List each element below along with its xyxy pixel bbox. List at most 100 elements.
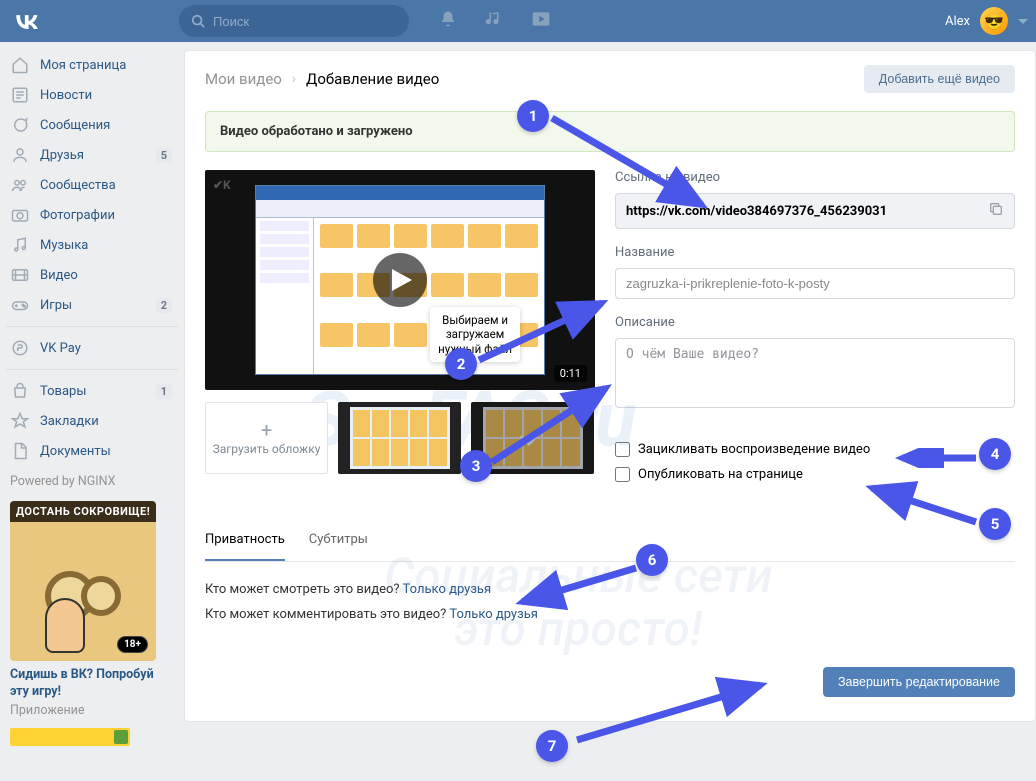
play-icon <box>392 269 412 291</box>
loop-checkbox[interactable] <box>615 442 630 457</box>
privacy-settings: Кто может смотреть это видео? Только дру… <box>185 562 1035 647</box>
home-icon <box>10 55 30 75</box>
publish-checkbox[interactable] <box>615 467 630 482</box>
feed-icon <box>10 85 30 105</box>
groups-icon <box>10 175 30 195</box>
annotation-marker-7: 7 <box>536 730 568 762</box>
chevron-right-icon: › <box>292 71 296 87</box>
vk-icon <box>14 14 40 29</box>
video-link-value: https://vk.com/video384697376_456239031 <box>626 204 887 219</box>
sidebar: Моя страница Новости Сообщения Друзья5 С… <box>0 50 178 746</box>
search-icon <box>191 14 205 28</box>
powered-text: Powered by NGINX <box>6 466 178 501</box>
search-box[interactable] <box>179 5 409 37</box>
sidebar-item-games[interactable]: Игры 2 <box>6 290 178 320</box>
promo-block[interactable]: ДОСТАНЬ СОКРОВИЩЕ! 18+ Сидишь в ВК? Попр… <box>10 501 156 746</box>
upload-cover-button[interactable]: + Загрузить обложку <box>205 402 328 474</box>
gamepad-icon <box>10 295 30 315</box>
annotation-marker-4: 4 <box>979 438 1011 470</box>
breadcrumb-current: Добавление видео <box>306 70 439 88</box>
play-button[interactable] <box>373 253 427 307</box>
search-input[interactable] <box>213 14 397 29</box>
breadcrumb: Мои видео › Добавление видео <box>205 70 439 88</box>
avatar-icon: 😎 <box>980 7 1008 35</box>
tab-privacy[interactable]: Приватность <box>205 520 285 561</box>
breadcrumb-parent[interactable]: Мои видео <box>205 70 282 88</box>
notifications-icon[interactable] <box>439 10 457 32</box>
privacy-view-question: Кто может смотреть это видео? <box>205 582 400 597</box>
sidebar-item-video[interactable]: Видео <box>6 260 178 290</box>
sidebar-item-docs[interactable]: Документы <box>6 436 178 466</box>
music-icon[interactable] <box>485 10 503 32</box>
nav-label: Сообщения <box>40 118 110 133</box>
annotation-marker-5: 5 <box>979 508 1011 540</box>
privacy-view-link[interactable]: Только друзья <box>403 582 492 597</box>
thumbnail-1[interactable] <box>338 402 461 474</box>
nav-label: Закладки <box>40 414 99 429</box>
upload-cover-label: Загрузить обложку <box>213 442 321 456</box>
annotation-marker-6: 6 <box>636 544 668 576</box>
plus-icon: + <box>261 420 272 440</box>
nav-label: Музыка <box>40 238 88 253</box>
sidebar-item-bookmarks[interactable]: Закладки <box>6 406 178 436</box>
promo-image: ДОСТАНЬ СОКРОВИЩЕ! 18+ <box>10 501 156 661</box>
header: Alex 😎 <box>0 0 1036 42</box>
video-nav-icon[interactable] <box>531 10 551 32</box>
publish-label: Опубликовать на странице <box>638 467 803 482</box>
sidebar-item-vkpay[interactable]: VK Pay <box>6 333 178 363</box>
sidebar-item-market[interactable]: Товары 1 <box>6 376 178 406</box>
badge: 2 <box>156 298 172 313</box>
desc-label: Описание <box>615 315 1015 330</box>
nav-label: VK Pay <box>40 341 81 356</box>
sidebar-item-photos[interactable]: Фотографии <box>6 200 178 230</box>
tab-subtitles[interactable]: Субтитры <box>309 520 368 561</box>
nav-label: Фотографии <box>40 208 115 223</box>
video-preview[interactable]: ✔K Выбираем изагружаемнужный файл 0:11 <box>205 170 595 390</box>
video-icon <box>10 265 30 285</box>
sidebar-item-profile[interactable]: Моя страница <box>6 50 178 80</box>
copy-button[interactable] <box>988 201 1004 221</box>
sidebar-item-friends[interactable]: Друзья5 <box>6 140 178 170</box>
copy-icon <box>988 201 1004 217</box>
finish-button[interactable]: Завершить редактирование <box>823 667 1015 697</box>
sidebar-item-groups[interactable]: Сообщества <box>6 170 178 200</box>
video-link-field: https://vk.com/video384697376_456239031 <box>615 193 1015 229</box>
title-input[interactable] <box>615 268 1015 299</box>
main-content: SocFAQ.ru Социальные сетиэто просто! Мои… <box>184 50 1036 746</box>
vk-watermark-icon: ✔K <box>213 178 231 192</box>
sidebar-item-feed[interactable]: Новости <box>6 80 178 110</box>
link-label: Ссылка на видео <box>615 170 1015 185</box>
friends-icon <box>10 145 30 165</box>
user-name: Alex <box>945 14 970 29</box>
video-tooltip: Выбираем изагружаемнужный файл <box>430 307 520 362</box>
promo-sub: Приложение <box>10 703 156 718</box>
camera-icon <box>10 205 30 225</box>
annotation-marker-1: 1 <box>517 100 549 132</box>
add-video-button[interactable]: Добавить ещё видео <box>864 65 1015 93</box>
nav-label: Товары <box>40 384 86 399</box>
nav-label: Моя страница <box>40 58 126 73</box>
title-label: Название <box>615 245 1015 260</box>
publish-checkbox-row[interactable]: Опубликовать на странице <box>615 467 1015 482</box>
loop-checkbox-row[interactable]: Зацикливать воспроизведение видео <box>615 442 1015 457</box>
bag-icon <box>10 381 30 401</box>
nav-label: Сообщества <box>40 178 116 193</box>
badge: 5 <box>156 148 172 163</box>
vk-logo[interactable] <box>10 4 44 38</box>
nav-label: Новости <box>40 88 92 103</box>
nav-label: Игры <box>40 298 72 313</box>
loop-label: Зацикливать воспроизведение видео <box>638 442 870 457</box>
status-alert: Видео обработано и загружено <box>205 111 1015 152</box>
vkpay-icon <box>10 338 30 358</box>
annotation-marker-3: 3 <box>460 450 492 482</box>
sidebar-item-messages[interactable]: Сообщения <box>6 110 178 140</box>
user-menu[interactable]: Alex 😎 <box>945 7 1028 35</box>
annotation-marker-2: 2 <box>445 348 477 380</box>
privacy-comment-link[interactable]: Только друзья <box>449 607 538 622</box>
tabs: Приватность Субтитры <box>205 520 1015 562</box>
badge: 1 <box>156 384 172 399</box>
sidebar-item-music[interactable]: Музыка <box>6 230 178 260</box>
promo-age-badge: 18+ <box>117 636 148 653</box>
video-duration: 0:11 <box>554 365 587 382</box>
desc-input[interactable] <box>615 338 1015 408</box>
